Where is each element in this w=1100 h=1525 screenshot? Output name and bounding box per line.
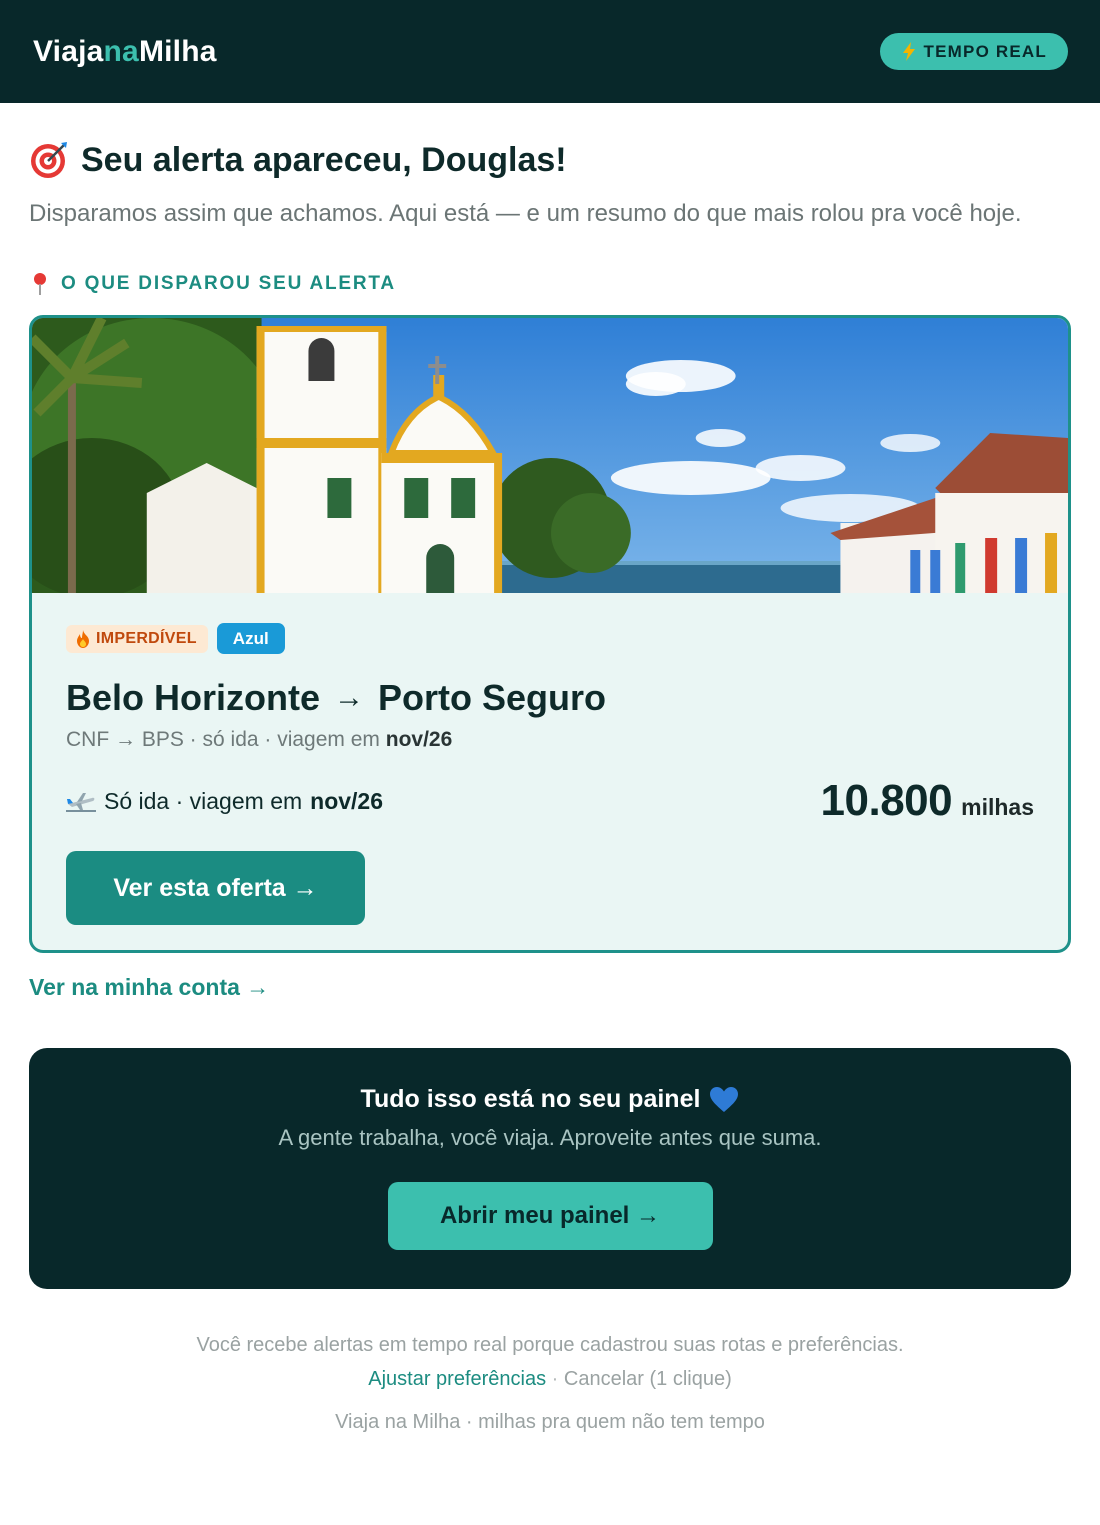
greeting-heading: Seu alerta apareceu, Douglas! xyxy=(29,140,1071,180)
route-meta: CNF → BPS · só ida · viagem em nov/26 xyxy=(66,728,1034,752)
view-offer-button[interactable]: Ver esta oferta → xyxy=(66,851,365,925)
footer-reason: Você recebe alertas em tempo real porque… xyxy=(196,1334,904,1356)
price: 10.800 milhas xyxy=(821,776,1034,826)
route-meta-date: nov/26 xyxy=(385,728,453,751)
price-unit: milhas xyxy=(961,794,1034,820)
blue-heart-icon xyxy=(710,1087,739,1112)
hot-deal-tag: IMPERDÍVEL xyxy=(66,624,208,653)
email-footer: Você recebe alertas em tempo real porque… xyxy=(29,1334,1071,1434)
email-content: Seu alerta apareceu, Douglas! Disparamos… xyxy=(0,140,1100,1434)
logo-part-3: Milha xyxy=(138,34,217,68)
trip-info: Só ida · viagem em nov/26 xyxy=(66,788,383,815)
panel-title-text: Tudo isso está no seu painel xyxy=(360,1085,701,1113)
view-account-link[interactable]: Ver na minha conta → xyxy=(29,974,1071,1001)
brand-logo[interactable]: ViajanaMilha xyxy=(33,35,217,69)
footer-brand-line: Viaja na Milha · milhas pra quem não tem… xyxy=(335,1411,765,1433)
hot-deal-label: IMPERDÍVEL xyxy=(96,629,197,647)
price-value: 10.800 xyxy=(820,776,953,825)
greeting-title: Seu alerta apareceu, Douglas! xyxy=(81,140,567,179)
footer-links: Ajustar preferências · Cancelar (1 cliqu… xyxy=(29,1368,1071,1391)
open-dashboard-button[interactable]: Abrir meu painel → xyxy=(387,1182,713,1250)
realtime-badge: TEMPO REAL xyxy=(879,33,1068,70)
trip-date: nov/26 xyxy=(310,787,384,814)
fire-icon xyxy=(77,629,89,648)
destination-photo xyxy=(32,318,1068,593)
adjust-preferences-link[interactable]: Ajustar preferências xyxy=(368,1368,546,1390)
offer-card[interactable]: IMPERDÍVEL Azul Belo Horizonte → Porto S… xyxy=(29,315,1071,953)
route-meta-text: CNF → BPS · só ida · viagem em xyxy=(66,728,380,751)
greeting-subtitle: Disparamos assim que achamos. Aqui está … xyxy=(29,200,1022,227)
airline-tag: Azul xyxy=(216,623,285,654)
route-title: Belo Horizonte → Porto Seguro xyxy=(66,677,1034,719)
pin-icon xyxy=(34,273,46,295)
section-label-text: O QUE DISPAROU SEU ALERTA xyxy=(61,273,396,294)
footer-separator: · xyxy=(551,1368,559,1390)
route-origin: Belo Horizonte xyxy=(66,677,321,718)
logo-part-2: na xyxy=(103,34,139,68)
dashboard-panel: Tudo isso está no seu painel A gente tra… xyxy=(29,1048,1071,1289)
trip-text: Só ida · viagem em xyxy=(104,787,303,814)
offer-tags: IMPERDÍVEL Azul xyxy=(66,623,1034,654)
route-destination: Porto Seguro xyxy=(378,677,607,718)
target-icon xyxy=(31,142,67,178)
section-label: O QUE DISPAROU SEU ALERTA xyxy=(29,272,1071,296)
offer-details: IMPERDÍVEL Azul Belo Horizonte → Porto S… xyxy=(32,593,1068,925)
unsubscribe-link[interactable]: Cancelar (1 clique) xyxy=(564,1368,732,1390)
email-header: ViajanaMilha TEMPO REAL xyxy=(0,0,1100,103)
logo-part-1: Viaja xyxy=(33,34,104,68)
lightning-icon xyxy=(902,42,915,61)
trip-price-row: Só ida · viagem em nov/26 10.800 milhas xyxy=(66,776,1034,826)
plane-icon xyxy=(66,793,96,812)
panel-title: Tudo isso está no seu painel xyxy=(29,1085,1071,1114)
panel-subtitle: A gente trabalha, você viaja. Aproveite … xyxy=(278,1125,822,1150)
route-arrow: → xyxy=(334,681,365,714)
realtime-badge-label: TEMPO REAL xyxy=(923,41,1047,61)
